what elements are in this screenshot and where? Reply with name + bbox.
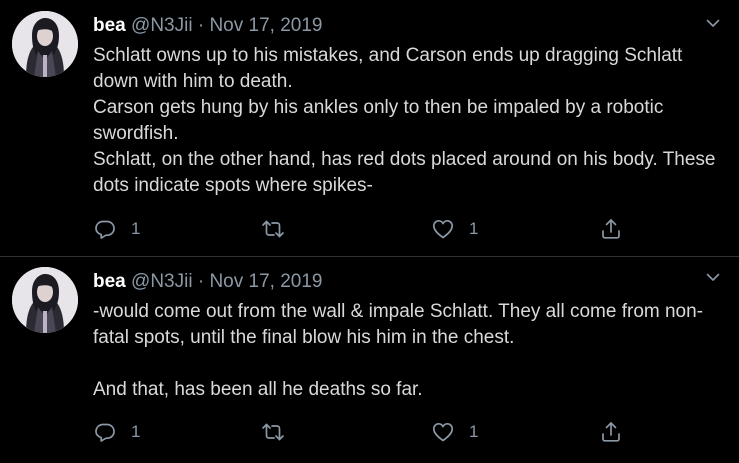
reply-button[interactable]: 1 — [93, 215, 140, 243]
separator: · — [197, 271, 205, 292]
like-button[interactable]: 1 — [431, 215, 478, 243]
like-button[interactable]: 1 — [431, 418, 478, 446]
tweet[interactable]: bea @N3Jii · Nov 17, 2019 -would come ou… — [0, 257, 739, 463]
separator: · — [197, 15, 205, 36]
reply-button[interactable]: 1 — [93, 418, 140, 446]
tweet-text: -would come out from the wall & impale S… — [93, 299, 723, 403]
tweet-header: bea @N3Jii · Nov 17, 2019 — [93, 14, 322, 38]
tweet-header: bea @N3Jii · Nov 17, 2019 — [93, 270, 322, 294]
tweet-thread: bea @N3Jii · Nov 17, 2019 Schlatt owns u… — [0, 0, 739, 463]
retweet-icon — [261, 217, 285, 241]
like-count: 1 — [469, 219, 479, 238]
retweet-icon — [261, 420, 285, 444]
share-button[interactable] — [599, 418, 623, 446]
tweet-text: Schlatt owns up to his mistakes, and Car… — [93, 43, 723, 199]
avatar[interactable] — [12, 267, 78, 333]
reply-count: 1 — [131, 219, 141, 238]
tweet-text-line: -would come out from the wall & impale S… — [93, 301, 704, 348]
author-handle[interactable]: @N3Jii — [131, 15, 193, 36]
like-icon — [431, 217, 455, 241]
chevron-down-icon[interactable] — [705, 15, 721, 31]
author-name[interactable]: bea — [93, 15, 126, 36]
reply-icon — [93, 217, 117, 241]
tweet-text-line: Carson gets hung by his ankles only to t… — [93, 97, 664, 144]
avatar[interactable] — [12, 11, 78, 77]
tweet-text-line: Schlatt owns up to his mistakes, and Car… — [93, 45, 683, 92]
like-icon — [431, 420, 455, 444]
tweet-actions: 1 1 — [93, 215, 633, 243]
share-icon — [599, 217, 623, 241]
tweet[interactable]: bea @N3Jii · Nov 17, 2019 Schlatt owns u… — [0, 0, 739, 257]
chevron-down-icon[interactable] — [705, 269, 721, 285]
share-icon — [599, 420, 623, 444]
tweet-date[interactable]: Nov 17, 2019 — [209, 15, 322, 36]
retweet-button[interactable] — [261, 215, 299, 243]
tweet-date[interactable]: Nov 17, 2019 — [209, 271, 322, 292]
tweet-text-blank-line — [93, 351, 723, 377]
author-handle[interactable]: @N3Jii — [131, 271, 193, 292]
share-button[interactable] — [599, 215, 623, 243]
retweet-button[interactable] — [261, 418, 299, 446]
reply-icon — [93, 420, 117, 444]
like-count: 1 — [469, 422, 479, 441]
tweet-text-line: Schlatt, on the other hand, has red dots… — [93, 149, 716, 196]
tweet-text-line: And that, has been all he deaths so far. — [93, 379, 423, 400]
author-name[interactable]: bea — [93, 271, 126, 292]
tweet-actions: 1 1 — [93, 418, 633, 446]
reply-count: 1 — [131, 422, 141, 441]
